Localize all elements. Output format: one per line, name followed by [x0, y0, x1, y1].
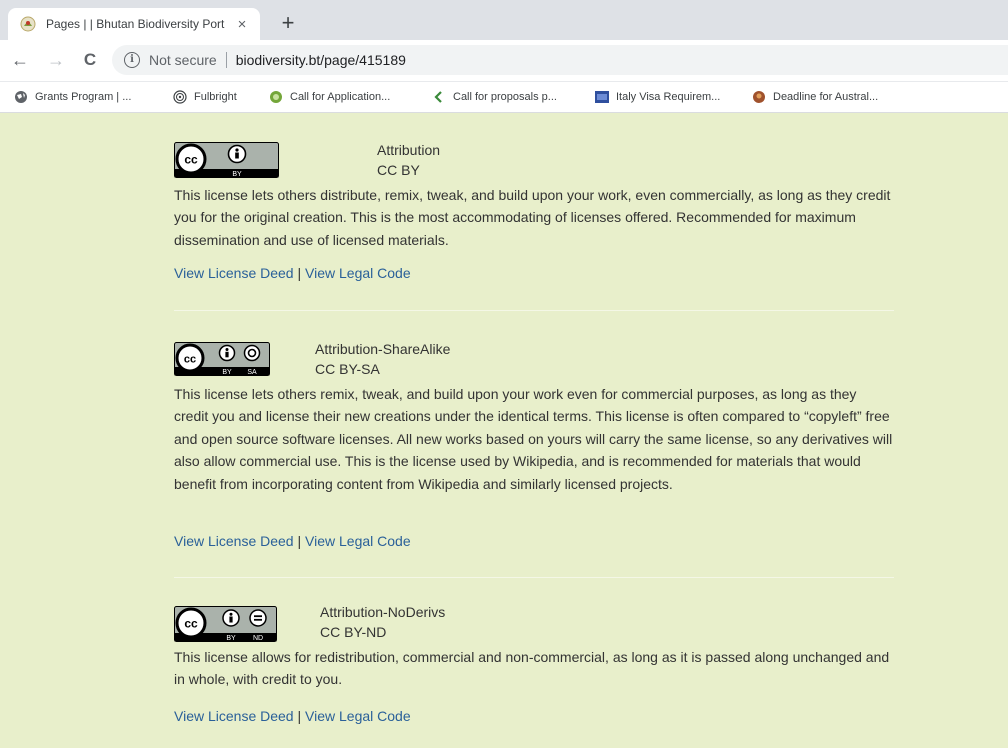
bookmark-label: Deadline for Austral... — [773, 91, 879, 103]
omnibox-divider — [225, 52, 227, 68]
bookmark-fulbright[interactable]: Fulbright — [173, 88, 237, 106]
license-description: This license allows for redistribution, … — [174, 649, 890, 688]
forward-button[interactable]: → — [44, 48, 68, 72]
license-code: CC BY-SA — [315, 361, 380, 377]
bookmark-grants-program[interactable]: Grants Program | ... — [14, 88, 131, 106]
page-viewport: cc BY Attribution CC BY This license let… — [0, 113, 1008, 748]
license-divider — [174, 577, 894, 578]
svg-text:cc: cc — [184, 153, 198, 167]
bookmark-label: Italy Visa Requirem... — [616, 91, 721, 103]
license-links: View License Deed | View Legal Code — [174, 708, 411, 724]
bookmark-label: Fulbright — [194, 91, 237, 103]
view-legal-code-link[interactable]: View Legal Code — [305, 708, 411, 724]
fulbright-icon — [173, 90, 187, 104]
license-links: View License Deed | View Legal Code — [174, 533, 411, 549]
green-check-icon — [434, 91, 442, 103]
license-links: View License Deed | View Legal Code — [174, 265, 411, 281]
tab-strip: Pages | | Bhutan Biodiversity Port × + — [0, 0, 1008, 40]
bookmarks-bar: Grants Program | ... Fulbright Call for … — [0, 82, 1008, 113]
license-cc-by: cc BY Attribution CC BY This license let… — [174, 140, 894, 290]
view-license-deed-link[interactable]: View License Deed — [174, 708, 294, 724]
link-separator: | — [297, 708, 302, 724]
svg-text:cc: cc — [184, 617, 198, 631]
license-name: Attribution-ShareAlike — [315, 341, 451, 357]
info-icon[interactable]: i — [124, 52, 140, 68]
license-name: Attribution-NoDerivs — [320, 604, 446, 620]
new-tab-button[interactable]: + — [276, 12, 300, 36]
flag-icon — [595, 91, 609, 103]
bookmark-call-for-application[interactable]: Call for Application... — [269, 88, 390, 106]
badge-nd-label: ND — [253, 635, 263, 642]
tab-title: Pages | | Bhutan Biodiversity Port — [46, 17, 225, 31]
view-license-deed-link[interactable]: View License Deed — [174, 533, 294, 549]
close-tab-icon[interactable]: × — [234, 16, 250, 33]
cc-by-nd-badge-icon: cc BY ND — [174, 606, 277, 642]
license-code: CC BY — [377, 162, 420, 178]
globe-icon — [15, 91, 27, 103]
browser-tab[interactable]: Pages | | Bhutan Biodiversity Port × — [8, 8, 260, 40]
bookmark-label: Call for Application... — [290, 91, 391, 103]
link-separator: | — [297, 533, 302, 549]
badge-sa-label: SA — [247, 369, 257, 376]
view-license-deed-link[interactable]: View License Deed — [174, 265, 294, 281]
site-favicon-icon — [20, 16, 36, 32]
security-status: Not secure — [149, 52, 217, 68]
brown-circle-icon — [753, 91, 765, 103]
green-circle-icon — [270, 91, 282, 103]
license-description: This license lets others remix, tweak, a… — [174, 386, 893, 492]
bookmark-italy-visa[interactable]: Italy Visa Requirem... — [595, 88, 720, 106]
browser-toolbar: ← → C i Not secure biodiversity.bt/page/… — [0, 40, 1008, 82]
bookmark-label: Grants Program | ... — [35, 91, 132, 103]
view-legal-code-link[interactable]: View Legal Code — [305, 533, 411, 549]
reload-button[interactable]: C — [78, 48, 102, 72]
link-separator: | — [297, 265, 302, 281]
license-description: This license lets others distribute, rem… — [174, 187, 891, 248]
license-cc-by-sa: cc BY SA Attribution-ShareAlike CC BY-SA… — [174, 340, 894, 560]
badge-by-label: BY — [222, 369, 232, 376]
svg-text:cc: cc — [184, 354, 196, 366]
back-button[interactable]: ← — [8, 48, 32, 72]
cc-by-sa-badge-icon: cc BY SA — [174, 342, 270, 376]
address-bar[interactable]: i Not secure biodiversity.bt/page/415189 — [112, 45, 1008, 75]
badge-by-label: BY — [232, 171, 242, 178]
bookmark-deadline-australia[interactable]: Deadline for Austral... — [752, 88, 878, 106]
badge-by-label: BY — [226, 635, 236, 642]
bookmark-call-for-proposals[interactable]: Call for proposals p... — [432, 88, 557, 106]
license-code: CC BY-ND — [320, 624, 387, 640]
view-legal-code-link[interactable]: View Legal Code — [305, 265, 411, 281]
cc-by-badge-icon: cc BY — [174, 142, 279, 178]
license-divider — [174, 310, 894, 311]
license-name: Attribution — [377, 142, 441, 158]
url-text[interactable]: biodiversity.bt/page/415189 — [236, 52, 406, 68]
license-cc-by-nd: cc BY ND Attribution-NoDerivs CC BY-ND T… — [174, 603, 894, 733]
bookmark-label: Call for proposals p... — [453, 91, 557, 103]
